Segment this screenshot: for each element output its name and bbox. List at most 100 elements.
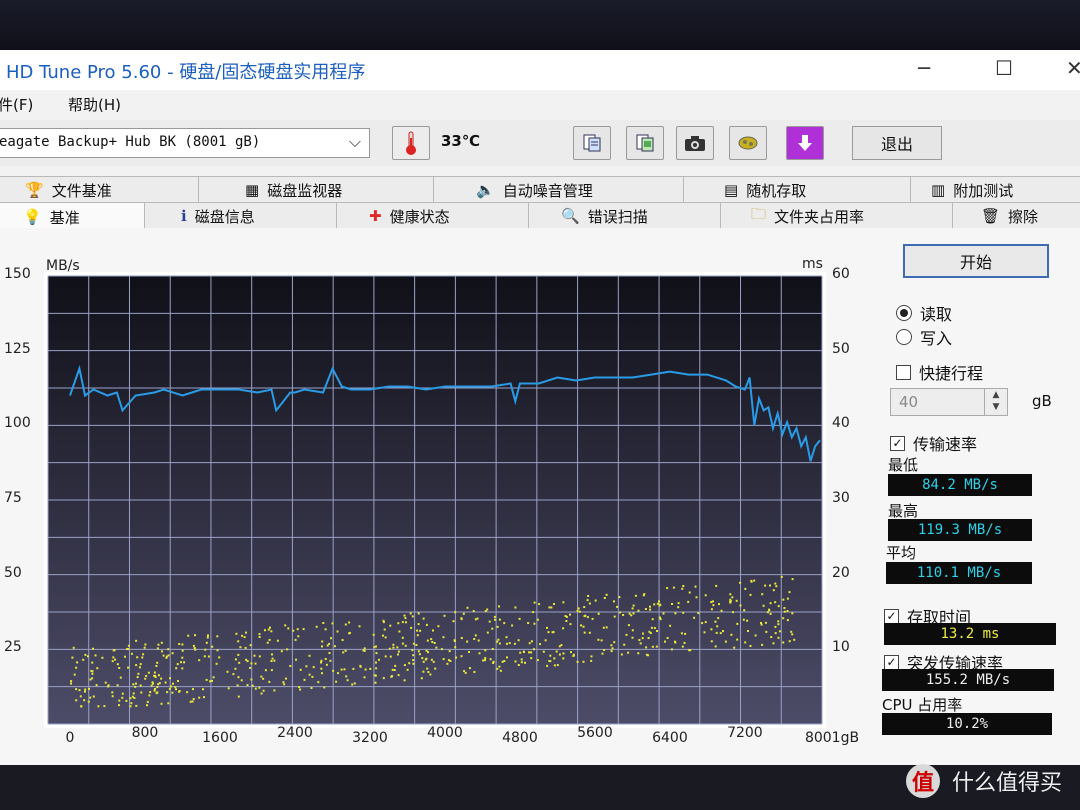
access-time-point: [207, 634, 209, 637]
access-time-point: [91, 672, 94, 675]
access-time-point: [397, 650, 400, 653]
access-time-point: [601, 652, 604, 655]
access-time-point: [683, 641, 686, 644]
access-time-point: [75, 688, 78, 691]
access-time-point: [393, 669, 396, 671]
burst-rate-readout: 155.2 MB/s: [882, 669, 1054, 691]
access-time-point: [312, 666, 315, 669]
access-time-point: [697, 612, 700, 615]
access-time-point: [432, 660, 435, 663]
access-time-point: [570, 651, 572, 654]
access-time-point: [320, 667, 323, 670]
start-button[interactable]: 开始: [903, 244, 1049, 278]
access-time-point: [310, 687, 313, 689]
copy-text-icon[interactable]: [573, 126, 611, 160]
exit-button[interactable]: 退出: [852, 126, 942, 160]
transfer-rate-checkbox[interactable]: ✓ 传输速率: [890, 431, 977, 455]
access-time-point: [181, 643, 184, 646]
access-time-point: [80, 705, 83, 708]
chart-svg: [47, 275, 823, 725]
access-time-point: [769, 612, 772, 615]
health-icon[interactable]: [729, 126, 767, 160]
access-time-point: [181, 656, 184, 659]
access-time-point: [533, 622, 536, 625]
access-time-point: [404, 617, 407, 620]
write-radio[interactable]: 写入: [896, 325, 952, 349]
tab-error-scan[interactable]: 🔍 错误扫描: [528, 202, 722, 230]
access-time-point: [168, 687, 171, 690]
access-time-point: [237, 653, 240, 656]
menu-file[interactable]: 件(F): [0, 94, 33, 115]
access-time-point: [363, 676, 366, 679]
access-time-point: [212, 676, 215, 679]
chevron-down-icon[interactable]: ⌵: [349, 132, 361, 152]
drive-select[interactable]: eagate Backup+ Hub BK (8001 gB) ⌵: [0, 128, 370, 158]
access-time-point: [401, 636, 404, 639]
access-time-point: [410, 626, 413, 629]
camera-icon[interactable]: [676, 126, 714, 160]
tab-erase[interactable]: 🗑 擦除: [952, 202, 1080, 230]
access-time-point: [332, 669, 335, 672]
access-time-point: [688, 649, 691, 652]
access-time-point: [466, 606, 469, 609]
access-time-point: [505, 642, 508, 645]
access-time-point: [251, 684, 254, 687]
minimize-button[interactable]: ─: [918, 56, 930, 80]
watermark: 值 什么值得买: [906, 764, 1062, 798]
tab-folder-usage[interactable]: 🗀 文件夹占用率: [720, 202, 954, 230]
access-time-point: [662, 612, 665, 615]
access-time-point: [424, 658, 427, 661]
access-time-point: [637, 609, 640, 612]
access-time-point: [72, 646, 75, 649]
access-time-point: [118, 699, 121, 702]
access-time-point: [732, 611, 734, 614]
maximize-button[interactable]: ☐: [995, 56, 1013, 80]
access-time-point: [299, 668, 302, 671]
tab-extra-tests[interactable]: ▥ 附加测试: [910, 176, 1080, 204]
access-time-point: [157, 643, 160, 646]
spinner-arrows-icon[interactable]: ▲ ▼: [984, 389, 1007, 415]
access-time-point: [431, 641, 434, 643]
read-radio[interactable]: 读取: [896, 301, 952, 325]
tab-health[interactable]: ✚ 健康状态: [336, 202, 530, 230]
short-stroke-checkbox[interactable]: 快捷行程: [896, 360, 983, 384]
copy-screen-icon[interactable]: [626, 126, 664, 160]
access-time-point: [736, 622, 739, 625]
tab-aam[interactable]: 🔈 自动噪音管理: [433, 176, 685, 204]
short-stroke-spinner[interactable]: 40 ▲ ▼: [890, 388, 1008, 416]
tab-disk-monitor[interactable]: ▦ 磁盘监视器: [198, 176, 435, 204]
access-time-point: [605, 593, 608, 596]
access-time-point: [378, 658, 380, 661]
access-time-point: [96, 667, 99, 670]
download-icon[interactable]: [786, 126, 824, 160]
short-stroke-label: 快捷行程: [919, 364, 984, 383]
close-button[interactable]: ✕: [1066, 56, 1080, 80]
access-time-point: [446, 662, 449, 665]
access-time-point: [613, 600, 615, 603]
access-time-point: [132, 683, 135, 686]
access-time-point: [747, 630, 749, 632]
access-time-point: [118, 667, 121, 669]
tab-file-benchmark[interactable]: 🏆 文件基准: [0, 176, 200, 204]
access-time-point: [232, 673, 235, 676]
access-time-point: [317, 681, 320, 684]
access-time-point: [107, 685, 110, 688]
tab-random-access[interactable]: ▤ 随机存取: [683, 176, 912, 204]
access-time-point: [618, 596, 621, 599]
access-time-point: [144, 677, 147, 680]
trash-icon: 🗑: [981, 207, 1001, 225]
x-tick-label: 800: [131, 725, 159, 741]
tab-disk-info[interactable]: ℹ 磁盘信息: [144, 202, 338, 230]
menu-help[interactable]: 帮助(H): [68, 94, 121, 115]
access-time-point: [437, 625, 440, 628]
tab-label: 磁盘信息: [194, 207, 255, 226]
access-time-point: [772, 589, 775, 592]
access-time-point: [283, 683, 286, 686]
access-time-point: [382, 619, 385, 622]
access-time-point: [343, 668, 346, 671]
access-time-point: [777, 605, 780, 608]
access-time-point: [116, 684, 119, 687]
access-time-point: [422, 670, 425, 673]
access-time-point: [556, 664, 559, 667]
access-time-point: [582, 625, 585, 628]
